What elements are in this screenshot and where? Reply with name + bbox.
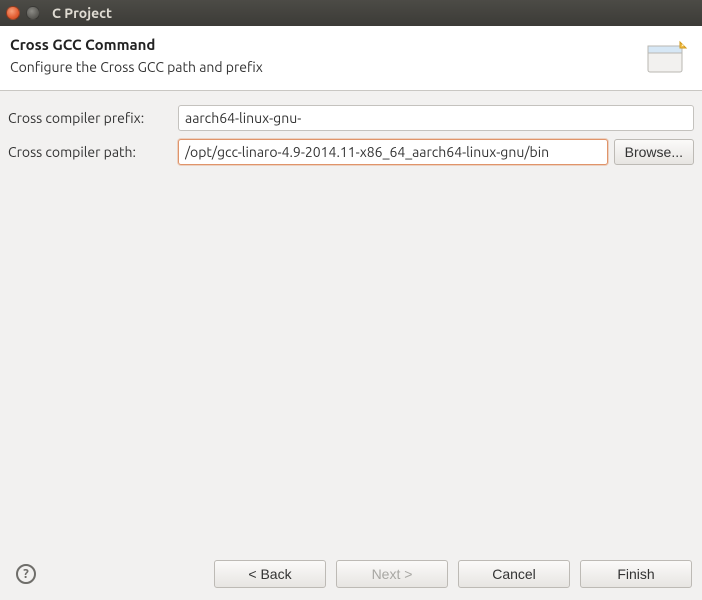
help-glyph: ? [23,567,29,581]
row-prefix: Cross compiler prefix: [8,105,694,131]
wizard-header: Cross GCC Command Configure the Cross GC… [0,26,702,91]
path-label: Cross compiler path: [8,144,172,160]
window-titlebar: C Project [0,0,702,26]
wizard-body: Cross compiler prefix: Cross compiler pa… [0,91,702,552]
path-input[interactable] [178,139,608,165]
minimize-icon[interactable] [26,6,40,20]
next-button: Next > [336,560,448,588]
wizard-banner-icon [644,38,688,78]
help-icon[interactable]: ? [16,564,36,584]
row-path: Cross compiler path: Browse... [8,139,694,165]
page-title: Cross GCC Command [10,36,634,53]
prefix-label: Cross compiler prefix: [8,110,172,126]
window-title: C Project [52,5,112,21]
wizard-header-text: Cross GCC Command Configure the Cross GC… [10,36,634,75]
cancel-button[interactable]: Cancel [458,560,570,588]
close-icon[interactable] [6,6,20,20]
page-subtitle: Configure the Cross GCC path and prefix [10,59,634,75]
back-button[interactable]: < Back [214,560,326,588]
browse-button[interactable]: Browse... [614,139,694,165]
finish-button[interactable]: Finish [580,560,692,588]
prefix-input[interactable] [178,105,694,131]
wizard-footer: ? < Back Next > Cancel Finish [0,552,702,600]
wizard-nav-buttons: < Back Next > Cancel Finish [214,560,692,588]
